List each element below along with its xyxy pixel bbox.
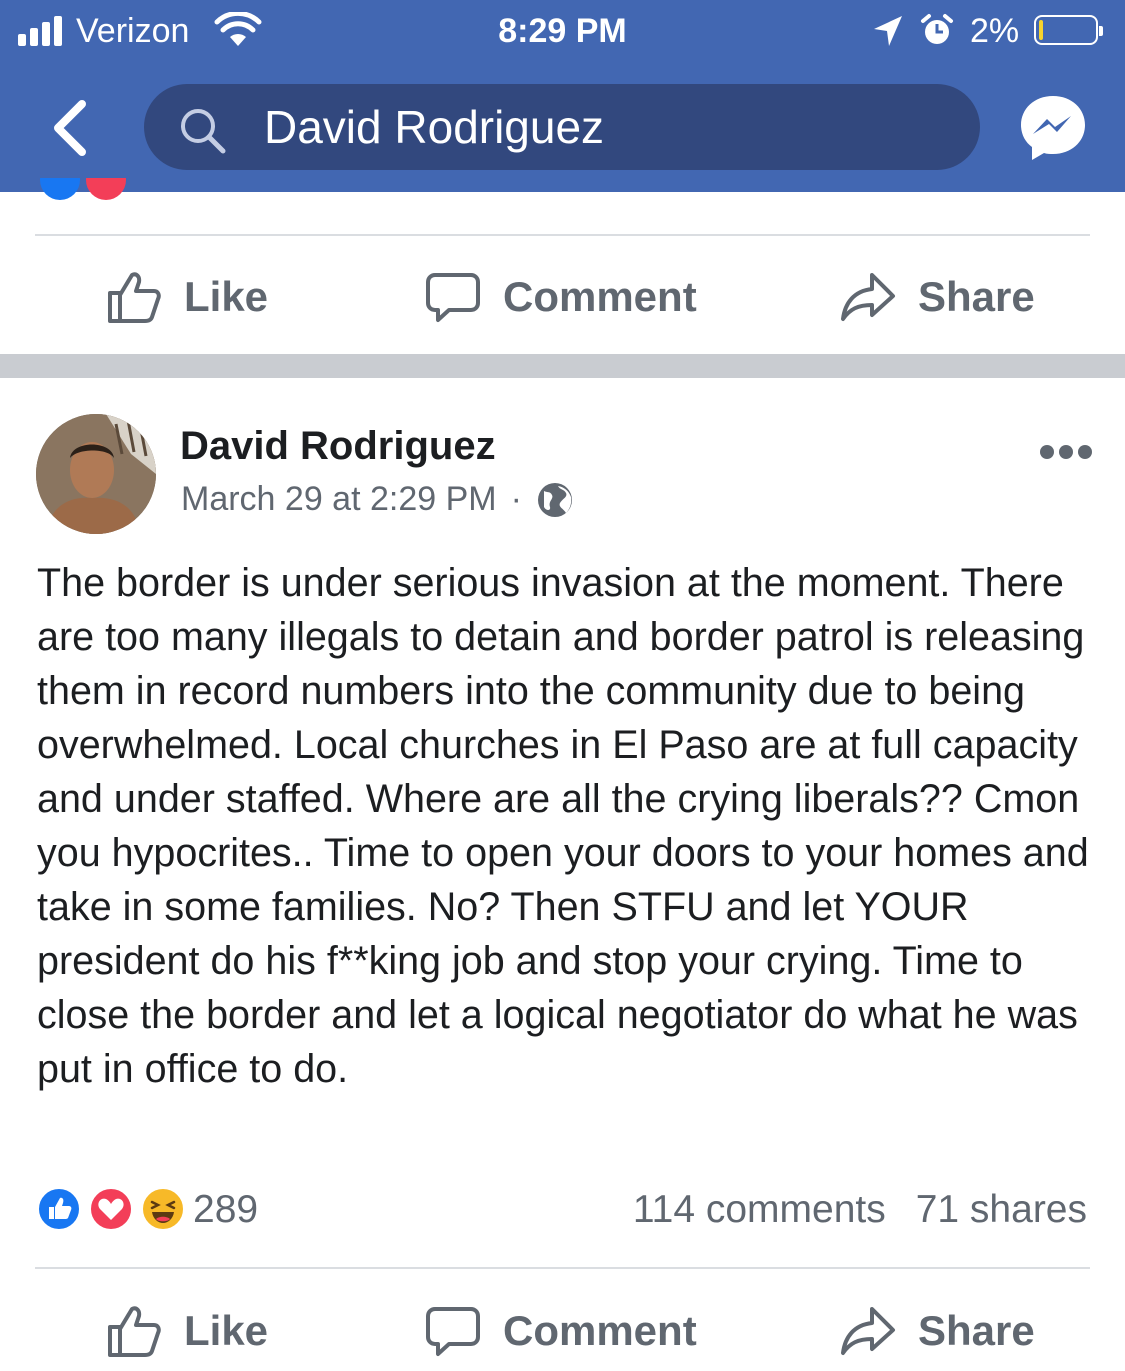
share-button[interactable]: Share bbox=[840, 257, 1035, 337]
post-author[interactable]: David Rodriguez bbox=[180, 424, 496, 469]
comment-label: Comment bbox=[503, 273, 697, 320]
share-arrow-icon bbox=[841, 1307, 895, 1355]
comment-label: Comment bbox=[503, 1307, 697, 1354]
divider bbox=[35, 1267, 1090, 1269]
battery-percent: 2% bbox=[970, 12, 1020, 50]
love-reaction-icon bbox=[88, 1186, 134, 1232]
more-options-icon[interactable] bbox=[1040, 445, 1092, 461]
search-icon bbox=[181, 109, 226, 154]
post-timestamp[interactable]: March 29 at 2:29 PM bbox=[181, 480, 497, 519]
like-label: Like bbox=[184, 1307, 269, 1354]
like-label: Like bbox=[184, 273, 269, 320]
profile-photo-icon bbox=[36, 414, 156, 534]
thumbs-up-icon bbox=[108, 272, 161, 323]
post-meta: March 29 at 2:29 PM · bbox=[181, 480, 574, 519]
like-button[interactable]: Like bbox=[106, 1291, 268, 1371]
post-body: The border is under serious invasion at … bbox=[37, 561, 1089, 1091]
author-avatar[interactable] bbox=[36, 414, 156, 534]
comments-count[interactable]: 114 comments bbox=[633, 1188, 886, 1231]
like-button[interactable]: Like bbox=[106, 257, 268, 337]
search-query: David Rodriguez bbox=[264, 101, 605, 153]
battery-icon bbox=[1034, 15, 1103, 45]
reaction-icons[interactable] bbox=[36, 1186, 186, 1234]
share-arrow-icon bbox=[841, 273, 895, 321]
comment-icon bbox=[426, 1307, 480, 1356]
comment-icon bbox=[426, 273, 480, 322]
previous-post-actions: Like Comment Share bbox=[0, 257, 1125, 337]
like-reaction-icon bbox=[36, 1186, 82, 1232]
status-bar: Verizon 8:29 PM 2% bbox=[0, 0, 1125, 62]
comment-button[interactable]: Comment bbox=[425, 1291, 697, 1371]
thumbs-up-icon bbox=[108, 1306, 161, 1357]
alarm-clock-icon bbox=[921, 14, 953, 44]
feed-separator bbox=[0, 354, 1125, 378]
engagement-counts: 114 comments 71 shares bbox=[633, 1188, 1087, 1232]
meta-separator: · bbox=[510, 480, 522, 518]
search-input[interactable]: David Rodriguez bbox=[144, 84, 980, 170]
previous-post-reactions bbox=[40, 178, 140, 202]
share-label: Share bbox=[918, 1307, 1035, 1354]
globe-icon bbox=[537, 482, 572, 517]
divider bbox=[35, 234, 1090, 236]
post-actions: Like Comment Share bbox=[0, 1291, 1125, 1371]
top-bar: Verizon 8:29 PM 2% David Rodriguez bbox=[0, 0, 1125, 192]
back-chevron-icon[interactable] bbox=[46, 98, 96, 158]
comment-button[interactable]: Comment bbox=[425, 257, 697, 337]
location-arrow-icon bbox=[874, 16, 902, 46]
messenger-icon[interactable] bbox=[1017, 92, 1089, 164]
share-button[interactable]: Share bbox=[840, 1291, 1035, 1371]
reaction-count[interactable]: 289 bbox=[193, 1188, 258, 1232]
shares-count[interactable]: 71 shares bbox=[916, 1188, 1087, 1231]
status-time: 8:29 PM bbox=[498, 12, 627, 50]
share-label: Share bbox=[918, 273, 1035, 320]
haha-reaction-icon bbox=[140, 1186, 186, 1232]
